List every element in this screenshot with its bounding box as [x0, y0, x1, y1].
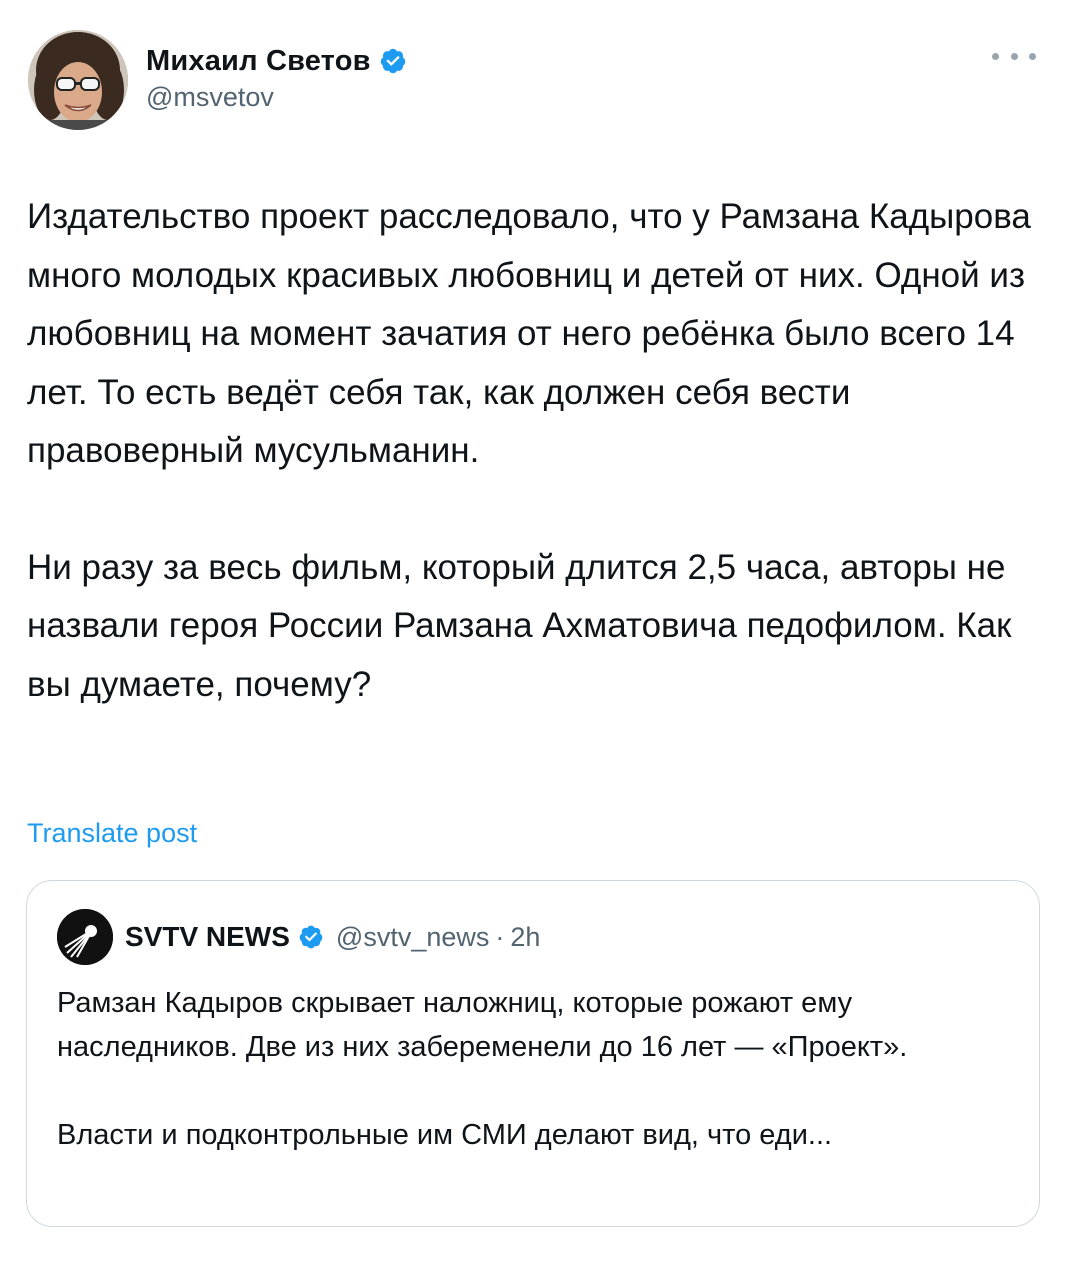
author-display-name[interactable]: Михаил Светов — [146, 45, 371, 78]
more-options-icon[interactable] — [992, 44, 1036, 68]
satellite-logo-icon — [57, 909, 113, 965]
verified-badge-icon — [298, 924, 324, 950]
quoted-author-avatar[interactable] — [57, 909, 113, 965]
quoted-author-name[interactable]: SVTV NEWS — [125, 921, 290, 953]
quoted-tweet-header: SVTV NEWS @svtv_news · 2h — [57, 909, 540, 965]
tweet-paragraph: Ни разу за весь фильм, который длится 2,… — [27, 547, 1012, 704]
tweet-header: Михаил Светов @msvetov — [28, 30, 1040, 140]
tweet-paragraph: Издательство проект расследовало, что у … — [27, 197, 1031, 470]
more-dot — [992, 52, 999, 60]
quoted-tweet-text: Рамзан Кадыров скрывает наложниц, которы… — [57, 981, 1017, 1157]
quoted-tweet-card[interactable]: SVTV NEWS @svtv_news · 2h Рамзан Кадыров… — [26, 880, 1040, 1227]
quoted-author-handle[interactable]: @svtv_news — [336, 922, 489, 953]
more-dot — [1029, 52, 1036, 60]
author-avatar-image — [28, 30, 128, 130]
tweet-text: Издательство проект расследовало, что у … — [27, 188, 1042, 714]
quoted-paragraph: Власти и подконтрольные им СМИ делают ви… — [57, 1119, 833, 1151]
quoted-paragraph: Рамзан Кадыров скрывает наложниц, которы… — [57, 987, 908, 1063]
verified-badge-icon — [379, 47, 407, 75]
author-handle[interactable]: @msvetov — [146, 82, 407, 113]
quoted-timestamp[interactable]: 2h — [510, 922, 540, 953]
translate-post-link[interactable]: Translate post — [27, 818, 197, 849]
author-avatar[interactable] — [28, 30, 128, 130]
author-name-row: Михаил Светов — [146, 42, 407, 80]
more-dot — [1010, 52, 1018, 60]
meta-separator: · — [495, 921, 505, 952]
author-block: Михаил Светов @msvetov — [146, 42, 407, 113]
